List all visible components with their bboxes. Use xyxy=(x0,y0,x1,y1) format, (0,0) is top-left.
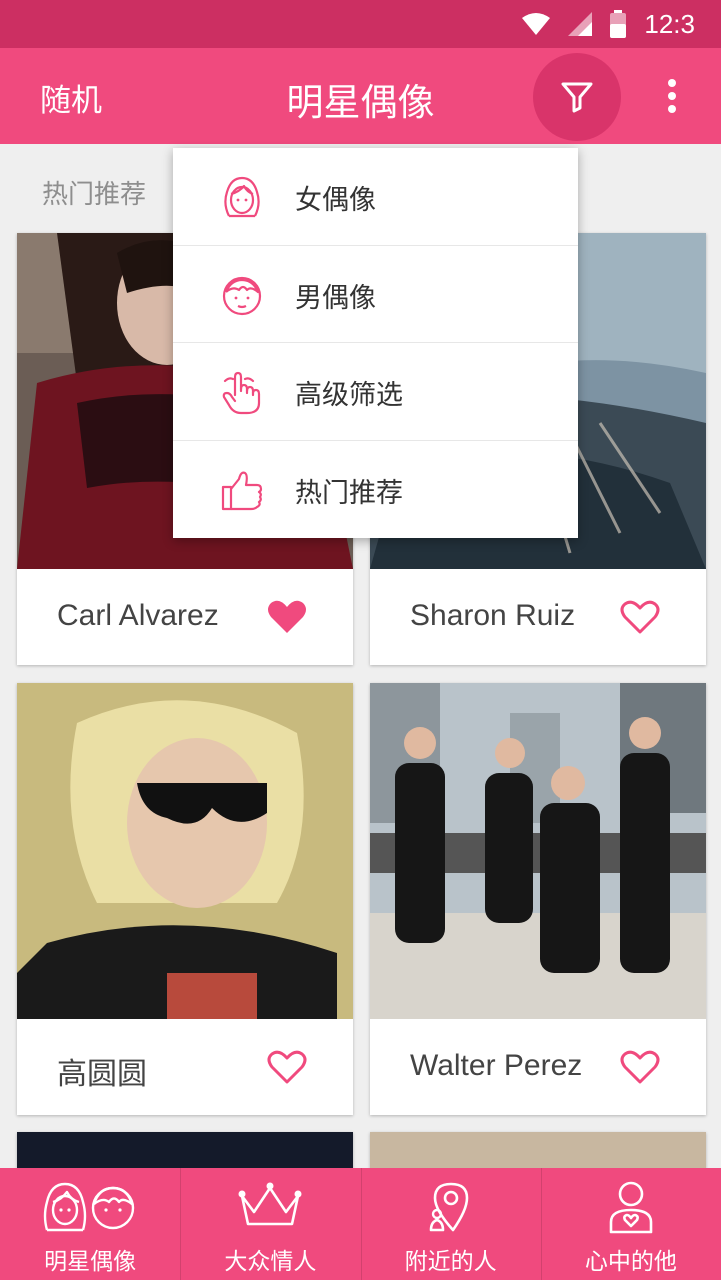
filter-menu: 女偶像 男偶像 高级筛选 热门推荐 xyxy=(173,148,578,538)
section-title: 热门推荐 xyxy=(42,180,147,210)
card-footer: Walter Perez xyxy=(370,1019,706,1115)
female-face-icon xyxy=(224,176,260,218)
heart-filled-icon[interactable] xyxy=(267,599,307,635)
nav-label: 心中的他 xyxy=(584,1249,677,1275)
idol-card[interactable]: Walter Perez xyxy=(370,683,706,1115)
menu-item-hot-recommend[interactable]: 热门推荐 xyxy=(173,441,578,539)
menu-item-label: 女偶像 xyxy=(295,185,376,216)
wifi-icon xyxy=(522,13,551,35)
more-vert-icon xyxy=(668,79,676,113)
menu-item-female-idols[interactable]: 女偶像 xyxy=(173,148,578,246)
thumbs-up-icon xyxy=(221,471,263,510)
menu-item-label: 热门推荐 xyxy=(295,477,403,509)
idol-name: Sharon Ruiz xyxy=(410,599,576,632)
heart-outline-icon[interactable] xyxy=(620,1049,660,1085)
menu-item-label: 高级筛选 xyxy=(295,380,403,411)
nav-tab-nearby[interactable]: 附近的人 xyxy=(360,1168,541,1280)
nav-label: 附近的人 xyxy=(404,1249,497,1275)
nav-tab-popular-lovers[interactable]: 大众情人 xyxy=(180,1168,360,1280)
idol-name: Walter Perez xyxy=(410,1049,583,1082)
menu-item-advanced-filter[interactable]: 高级筛选 xyxy=(173,343,578,441)
status-bar: 12:3 xyxy=(0,0,721,48)
menu-item-label: 男偶像 xyxy=(295,282,376,314)
more-options-button[interactable] xyxy=(650,68,694,124)
bottom-navigation: 明星偶像 大众情人 附近的人 心中的他 xyxy=(0,1168,721,1280)
finger-tap-icon xyxy=(222,371,261,415)
nav-tab-my-heart[interactable]: 心中的他 xyxy=(540,1168,721,1280)
nav-label: 明星偶像 xyxy=(44,1249,137,1275)
male-face-icon xyxy=(222,276,262,315)
card-footer: Carl Alvarez xyxy=(17,569,353,665)
idol-photo[interactable] xyxy=(17,683,353,1019)
person-heart-icon xyxy=(609,1181,653,1234)
idol-name: Carl Alvarez xyxy=(57,599,219,632)
location-pin-icon xyxy=(429,1182,468,1232)
battery-icon xyxy=(610,10,627,38)
heart-outline-icon[interactable] xyxy=(620,599,660,635)
filter-button[interactable] xyxy=(533,53,621,141)
idols-icon xyxy=(43,1182,135,1232)
card-footer: Sharon Ruiz xyxy=(370,569,706,665)
filter-icon xyxy=(561,82,593,113)
clock: 12:3 xyxy=(644,8,695,39)
idol-name: 高圆圆 xyxy=(57,1057,147,1092)
idol-card[interactable]: 高圆圆 xyxy=(17,683,353,1115)
nav-tab-idols[interactable]: 明星偶像 xyxy=(0,1168,180,1280)
heart-outline-icon[interactable] xyxy=(267,1049,307,1085)
app-bar: 随机 明星偶像 xyxy=(0,48,721,144)
idol-photo[interactable] xyxy=(370,683,706,1019)
nav-label: 大众情人 xyxy=(224,1249,317,1275)
menu-item-male-idols[interactable]: 男偶像 xyxy=(173,246,578,343)
card-footer: 高圆圆 xyxy=(17,1019,353,1115)
cell-signal-icon xyxy=(568,12,593,36)
crown-icon xyxy=(238,1182,302,1226)
